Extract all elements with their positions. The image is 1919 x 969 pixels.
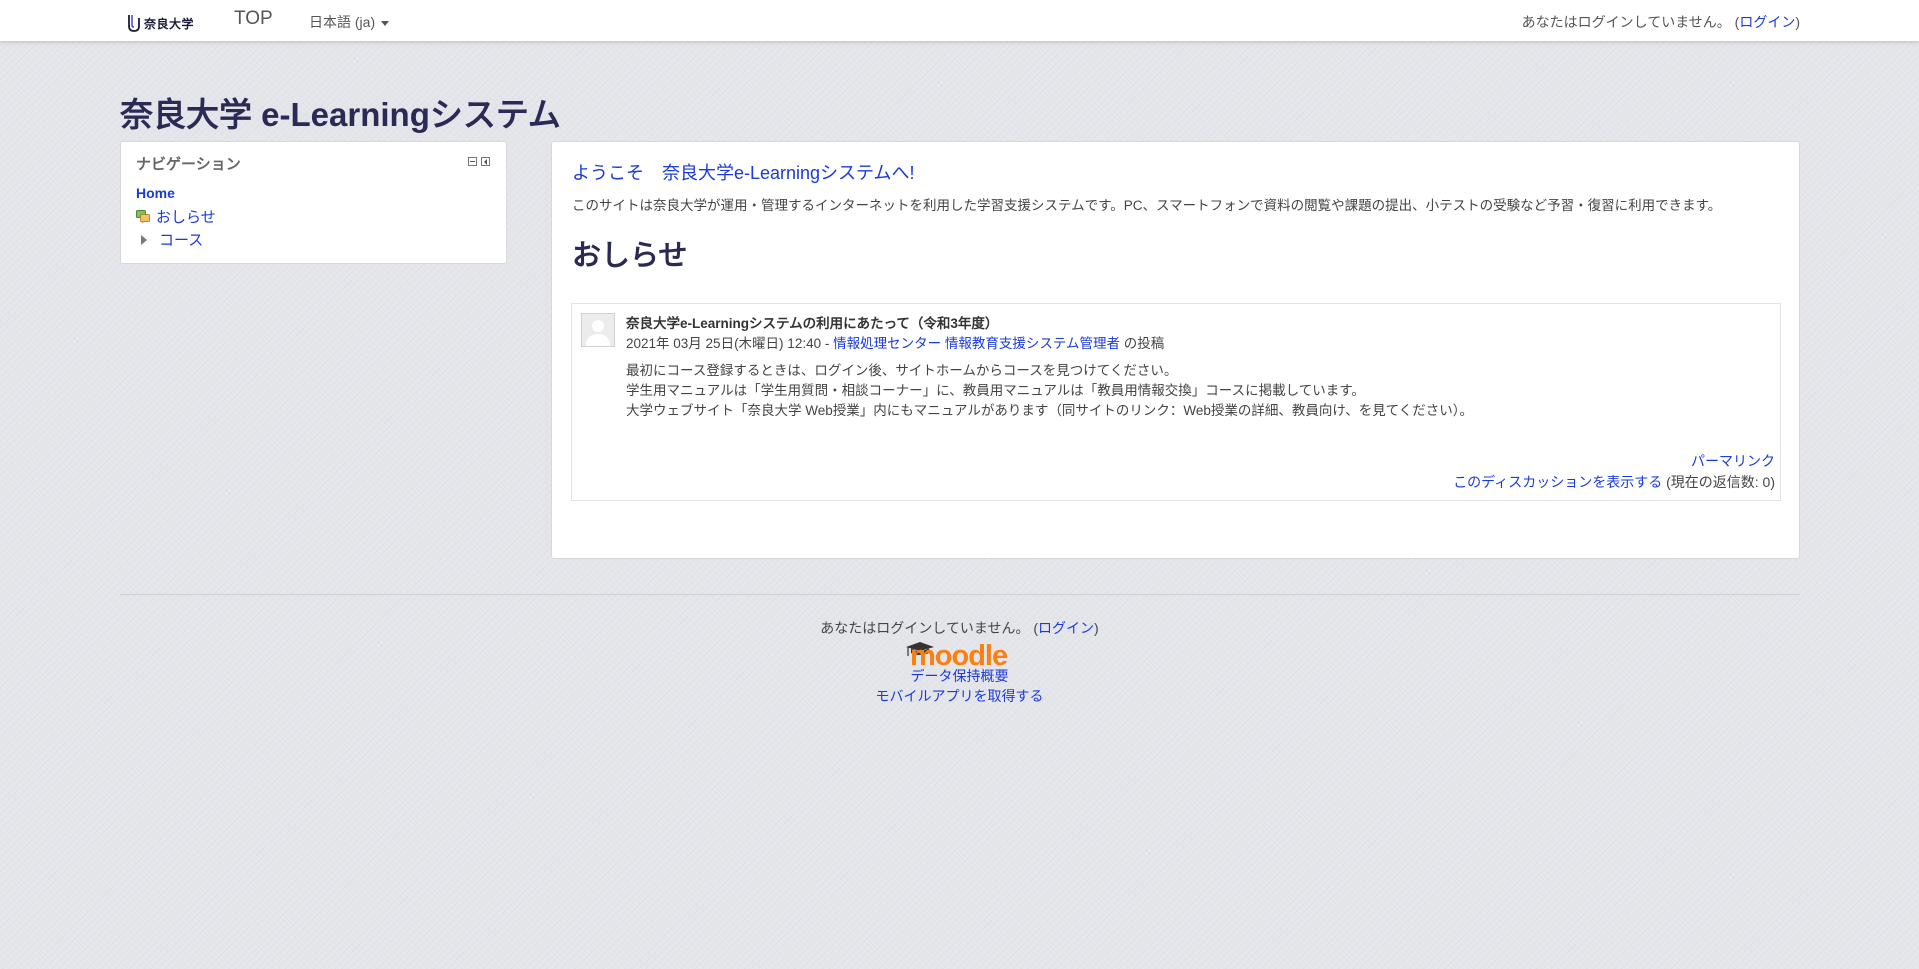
avatar[interactable] xyxy=(581,313,615,347)
block-controls xyxy=(468,157,490,166)
dock-block-icon[interactable] xyxy=(481,157,490,166)
nav-item-news[interactable]: おしらせ xyxy=(136,206,216,227)
login-status-suffix: ) xyxy=(1795,14,1800,30)
post-author-link[interactable]: 情報処理センター 情報教育支援システム管理者 xyxy=(833,336,1120,351)
discussion-link[interactable]: このディスカッションを表示する xyxy=(1453,474,1662,490)
nav-item-courses[interactable]: コース xyxy=(136,229,203,250)
footer-login-prefix: あなたはログインしていません。 ( xyxy=(820,620,1039,636)
chevron-down-icon xyxy=(381,20,390,26)
post-links: パーマリンク このディスカッションを表示する (現在の返信数: 0) xyxy=(1453,451,1775,493)
footer: あなたはログインしていません。 (ログイン) moodle データ保持概要 モバ… xyxy=(0,618,1919,706)
navigation-block-title: ナビゲーション xyxy=(136,156,241,173)
collapse-block-icon[interactable] xyxy=(468,157,477,166)
nav-top-link[interactable]: TOP xyxy=(234,8,273,30)
login-link[interactable]: ログイン xyxy=(1739,14,1795,30)
reply-count: (現在の返信数: 0) xyxy=(1662,474,1775,490)
site-description: このサイトは奈良大学が運用・管理するインターネットを利用した学習支援システムです… xyxy=(572,198,1722,213)
login-status: あなたはログインしていません。 (ログイン) xyxy=(1522,12,1800,32)
language-label: 日本語 (ja) xyxy=(309,14,376,30)
footer-login-suffix: ) xyxy=(1094,620,1099,636)
mobile-app-link[interactable]: モバイルアプリを取得する xyxy=(876,688,1044,704)
footer-login-link[interactable]: ログイン xyxy=(1038,620,1094,636)
post-subject: 奈良大学e-Learningシステムの利用にあたって（令和3年度） xyxy=(626,316,999,331)
nav-item-news-label[interactable]: おしらせ xyxy=(156,206,216,227)
post-date: 2021年 03月 25日(木曜日) 12:40 - xyxy=(626,336,834,351)
logo-text: 奈良大学 xyxy=(144,16,195,31)
news-heading: おしらせ xyxy=(572,240,688,272)
moodle-logo-text: moodle xyxy=(910,640,1008,667)
navigation-block: ナビゲーション Home おしらせ コース xyxy=(120,141,507,264)
data-retention-link[interactable]: データ保持概要 xyxy=(911,668,1009,684)
university-logo[interactable]: 奈良大学 xyxy=(128,12,194,34)
footer-login-status: あなたはログインしていません。 (ログイン) xyxy=(0,618,1919,638)
nav-home-link[interactable]: Home xyxy=(136,185,175,201)
main-content: ようこそ 奈良大学e-Learningシステムへ! このサイトは奈良大学が運用・… xyxy=(551,141,1800,559)
login-status-prefix: あなたはログインしていません。 ( xyxy=(1521,14,1740,30)
top-navbar: 奈良大学 TOP 日本語 (ja) あなたはログインしていません。 (ログイン) xyxy=(0,0,1919,41)
forum-icon xyxy=(136,210,150,224)
forum-post: 奈良大学e-Learningシステムの利用にあたって（令和3年度） 2021年 … xyxy=(571,303,1781,501)
page-title: 奈良大学 e-Learningシステム xyxy=(120,96,561,133)
post-body-line: 学生用マニュアルは「学生用質問・相談コーナー」に、教員用マニュアルは「教員用情報… xyxy=(626,383,1365,398)
expand-arrow-icon[interactable] xyxy=(141,234,147,245)
post-body-line: 大学ウェブサイト「奈良大学 Web授業」内にもマニュアルがあります（同サイトのリ… xyxy=(626,403,1474,418)
post-author-suffix: の投稿 xyxy=(1119,336,1165,351)
post-body: 最初にコース登録するときは、ログイン後、サイトホームからコースを見つけてください… xyxy=(626,361,1473,421)
language-menu[interactable]: 日本語 (ja) xyxy=(309,12,390,32)
footer-divider xyxy=(120,594,1800,595)
nav-item-courses-label[interactable]: コース xyxy=(159,229,203,250)
university-logo-icon xyxy=(128,14,140,32)
post-meta: 2021年 03月 25日(木曜日) 12:40 - 情報処理センター 情報教育… xyxy=(626,332,1164,352)
post-body-line: 最初にコース登録するときは、ログイン後、サイトホームからコースを見つけてください… xyxy=(626,363,1178,378)
welcome-message: ようこそ 奈良大学e-Learningシステムへ! xyxy=(572,163,915,183)
moodle-logo[interactable]: moodle xyxy=(0,640,1919,667)
permalink-link[interactable]: パーマリンク xyxy=(1691,453,1775,469)
